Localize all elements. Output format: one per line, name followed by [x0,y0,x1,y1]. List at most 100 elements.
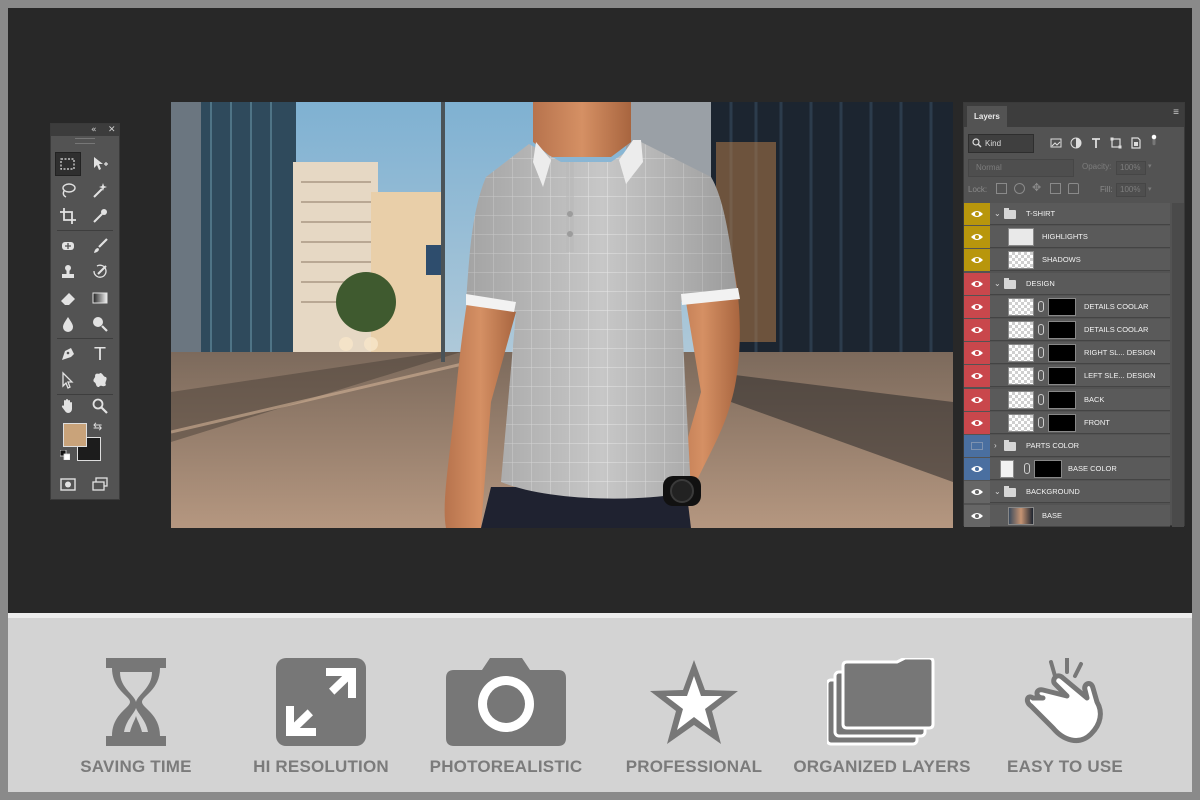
fill-field[interactable]: 100% [1116,183,1146,197]
layer-row[interactable]: LEFT SLE... DESIGN [964,365,1170,388]
visibility-toggle[interactable] [964,365,990,388]
layer-row[interactable]: BASE [964,504,1170,527]
visibility-toggle[interactable] [964,504,990,527]
chevron-right-icon[interactable]: › [994,435,997,457]
move-icon[interactable] [87,152,113,176]
layer-row[interactable]: FRONT [964,411,1170,434]
layer-row[interactable]: BACK [964,388,1170,411]
lock-position-icon[interactable]: ✥ [1032,183,1043,194]
panel-grip[interactable] [75,138,95,144]
link-icon[interactable] [1038,370,1044,382]
visibility-toggle[interactable] [964,435,990,457]
custom-shape-icon[interactable] [87,368,113,392]
zoom-icon[interactable] [87,394,113,418]
chevron-down-icon[interactable]: ⌄ [994,481,1001,503]
link-icon[interactable] [1038,416,1044,428]
pen-icon[interactable] [55,342,81,366]
layer-name[interactable]: T-SHIRT [1026,203,1055,225]
layer-name[interactable]: LEFT SLE... DESIGN [1084,365,1156,387]
visibility-toggle[interactable] [964,203,990,225]
layer-row[interactable]: DETAILS COOLAR [964,295,1170,318]
adjustment-filter-icon[interactable] [1070,137,1082,149]
blend-mode-select[interactable]: Normal [968,159,1074,177]
hand-icon[interactable] [55,394,81,418]
layer-group-row[interactable]: ⌄ T-SHIRT [964,203,1170,225]
visibility-toggle[interactable] [964,411,990,434]
layer-row[interactable]: DETAILS COOLAR [964,319,1170,341]
layer-name[interactable]: SHADOWS [1042,249,1081,271]
chevron-down-icon[interactable]: ⌄ [994,203,1001,225]
layer-name[interactable]: BASE [1042,505,1062,527]
magic-wand-icon[interactable] [87,178,113,202]
lock-transparent-icon[interactable] [996,183,1007,194]
link-icon[interactable] [1038,393,1044,405]
lock-all-icon[interactable] [1068,183,1079,194]
type-icon[interactable]: T [87,342,113,366]
tools-panel-header[interactable]: « ✕ [51,124,119,136]
chevron-down-icon[interactable]: ▾ [1148,162,1152,170]
layer-group-row[interactable]: ⌄ DESIGN [964,272,1170,295]
layer-name[interactable]: DETAILS COOLAR [1084,319,1148,341]
lasso-icon[interactable] [55,178,81,202]
tab-layers[interactable]: Layers [967,106,1007,127]
swap-colors-icon[interactable]: ⇆ [93,420,102,433]
filter-toggle-icon[interactable] [1148,134,1160,146]
link-icon[interactable] [1038,347,1044,359]
visibility-toggle[interactable] [964,481,990,504]
lock-artboard-icon[interactable] [1050,183,1061,194]
layer-row[interactable]: RIGHT SL... DESIGN [964,342,1170,365]
eyedropper-icon[interactable] [87,204,113,228]
layer-name[interactable]: BASE COLOR [1068,458,1117,480]
opacity-field[interactable]: 100% [1116,161,1146,175]
layer-row[interactable]: SHADOWS [964,249,1170,272]
visibility-toggle[interactable] [964,388,990,411]
visibility-toggle[interactable] [964,319,990,341]
link-icon[interactable] [1038,324,1044,335]
layer-row[interactable]: HIGHLIGHTS [964,226,1170,249]
lock-image-icon[interactable] [1014,183,1025,194]
document-canvas[interactable] [171,102,953,528]
visibility-toggle[interactable] [964,226,990,249]
layer-name[interactable]: FRONT [1084,412,1110,434]
eraser-icon[interactable] [55,286,81,310]
layer-name[interactable]: BACK [1084,389,1104,411]
layer-list-scrollbar[interactable] [1172,203,1184,527]
double-chevron-left-icon[interactable]: « [91,124,97,136]
panel-menu-icon[interactable]: ≡ [1173,108,1179,118]
brush-icon[interactable] [87,234,113,258]
spot-healing-icon[interactable] [55,234,81,258]
type-filter-icon[interactable] [1090,137,1102,149]
layer-group-row[interactable]: ⌄ BACKGROUND [964,481,1170,504]
layer-name[interactable]: DESIGN [1026,273,1055,295]
pixel-filter-icon[interactable] [1050,137,1062,149]
default-colors-icon[interactable] [60,450,70,460]
close-icon[interactable]: ✕ [108,124,116,136]
screen-mode-icon[interactable] [87,472,113,496]
layer-name[interactable]: RIGHT SL... DESIGN [1084,342,1156,364]
layer-name[interactable]: DETAILS COOLAR [1084,296,1148,318]
visibility-toggle[interactable] [964,295,990,318]
visibility-toggle[interactable] [964,458,990,481]
gradient-icon[interactable] [87,286,113,310]
history-brush-icon[interactable] [87,260,113,284]
smart-object-filter-icon[interactable] [1130,137,1142,149]
layer-name[interactable]: PARTS COLOR [1026,435,1079,457]
rectangular-marquee-icon[interactable] [55,152,81,176]
filter-kind-select[interactable]: Kind [968,134,1034,153]
path-selection-icon[interactable] [55,368,81,392]
blur-icon[interactable] [55,312,81,336]
dodge-icon[interactable] [87,312,113,336]
layer-row[interactable]: BASE COLOR [964,458,1170,481]
quick-mask-icon[interactable] [55,472,81,496]
layer-name[interactable]: BACKGROUND [1026,481,1080,503]
layer-name[interactable]: HIGHLIGHTS [1042,226,1088,248]
layer-group-row[interactable]: › PARTS COLOR [964,435,1170,457]
clone-stamp-icon[interactable] [55,260,81,284]
visibility-toggle[interactable] [964,342,990,365]
crop-icon[interactable] [55,204,81,228]
visibility-toggle[interactable] [964,272,990,295]
chevron-down-icon[interactable]: ⌄ [994,273,1001,295]
link-icon[interactable] [1024,463,1030,475]
foreground-color-swatch[interactable] [63,423,87,447]
shape-filter-icon[interactable] [1110,137,1122,149]
